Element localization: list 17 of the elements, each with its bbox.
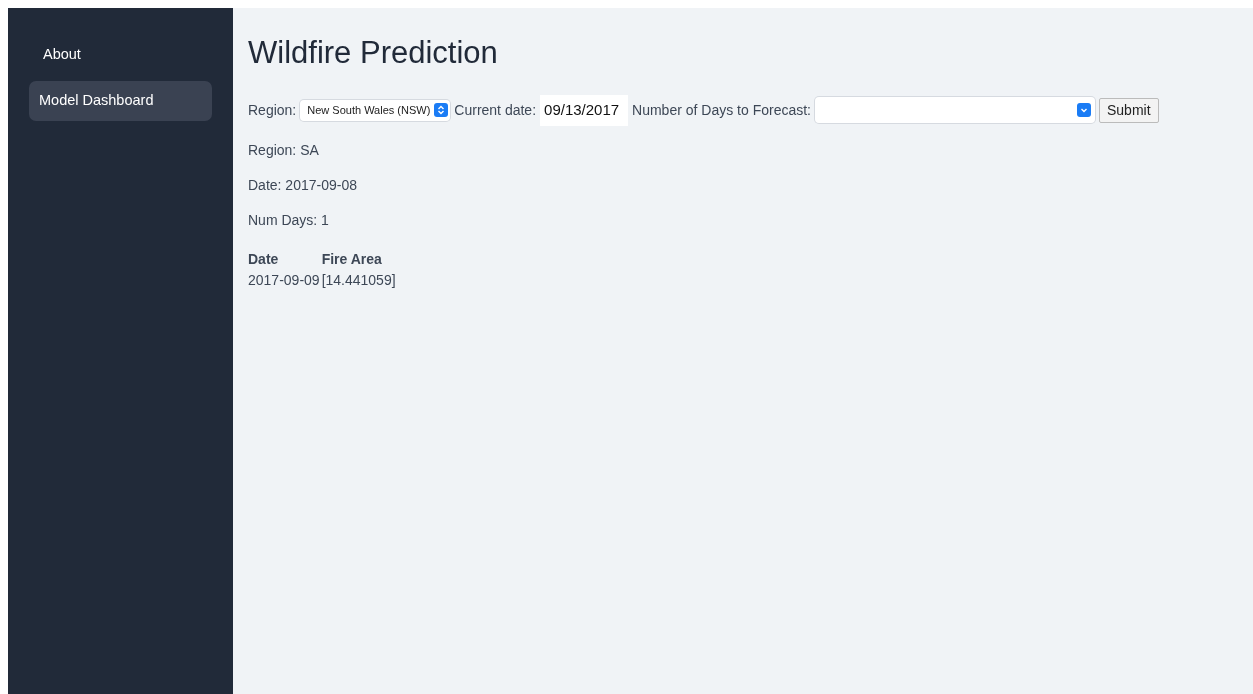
submit-button[interactable]: Submit [1099,97,1159,123]
column-header: Fire Area [321,249,383,269]
field-label: Region: [248,100,297,120]
page-title: Wildfire Prediction [248,34,499,72]
sidebar-item[interactable]: About [29,35,212,75]
date-field[interactable]: 09/13/2017 [540,95,629,126]
sidebar-item[interactable]: Model Dashboard [29,80,212,121]
column-header: Date [248,249,280,269]
region-select[interactable]: New South Wales (NSW) [300,100,451,121]
result-text: Date: 2017-09-08 [248,175,358,195]
result-text: Num Days: 1 [248,210,330,230]
field-label: Number of Days to Forecast: [632,100,811,120]
result-text: Region: SA [248,140,320,160]
table-cell-text: [14.441059] [321,270,397,290]
days-select[interactable] [815,97,1095,124]
field-label: Current date: [454,100,537,120]
table-cell-text: 2017-09-09 [248,270,320,290]
